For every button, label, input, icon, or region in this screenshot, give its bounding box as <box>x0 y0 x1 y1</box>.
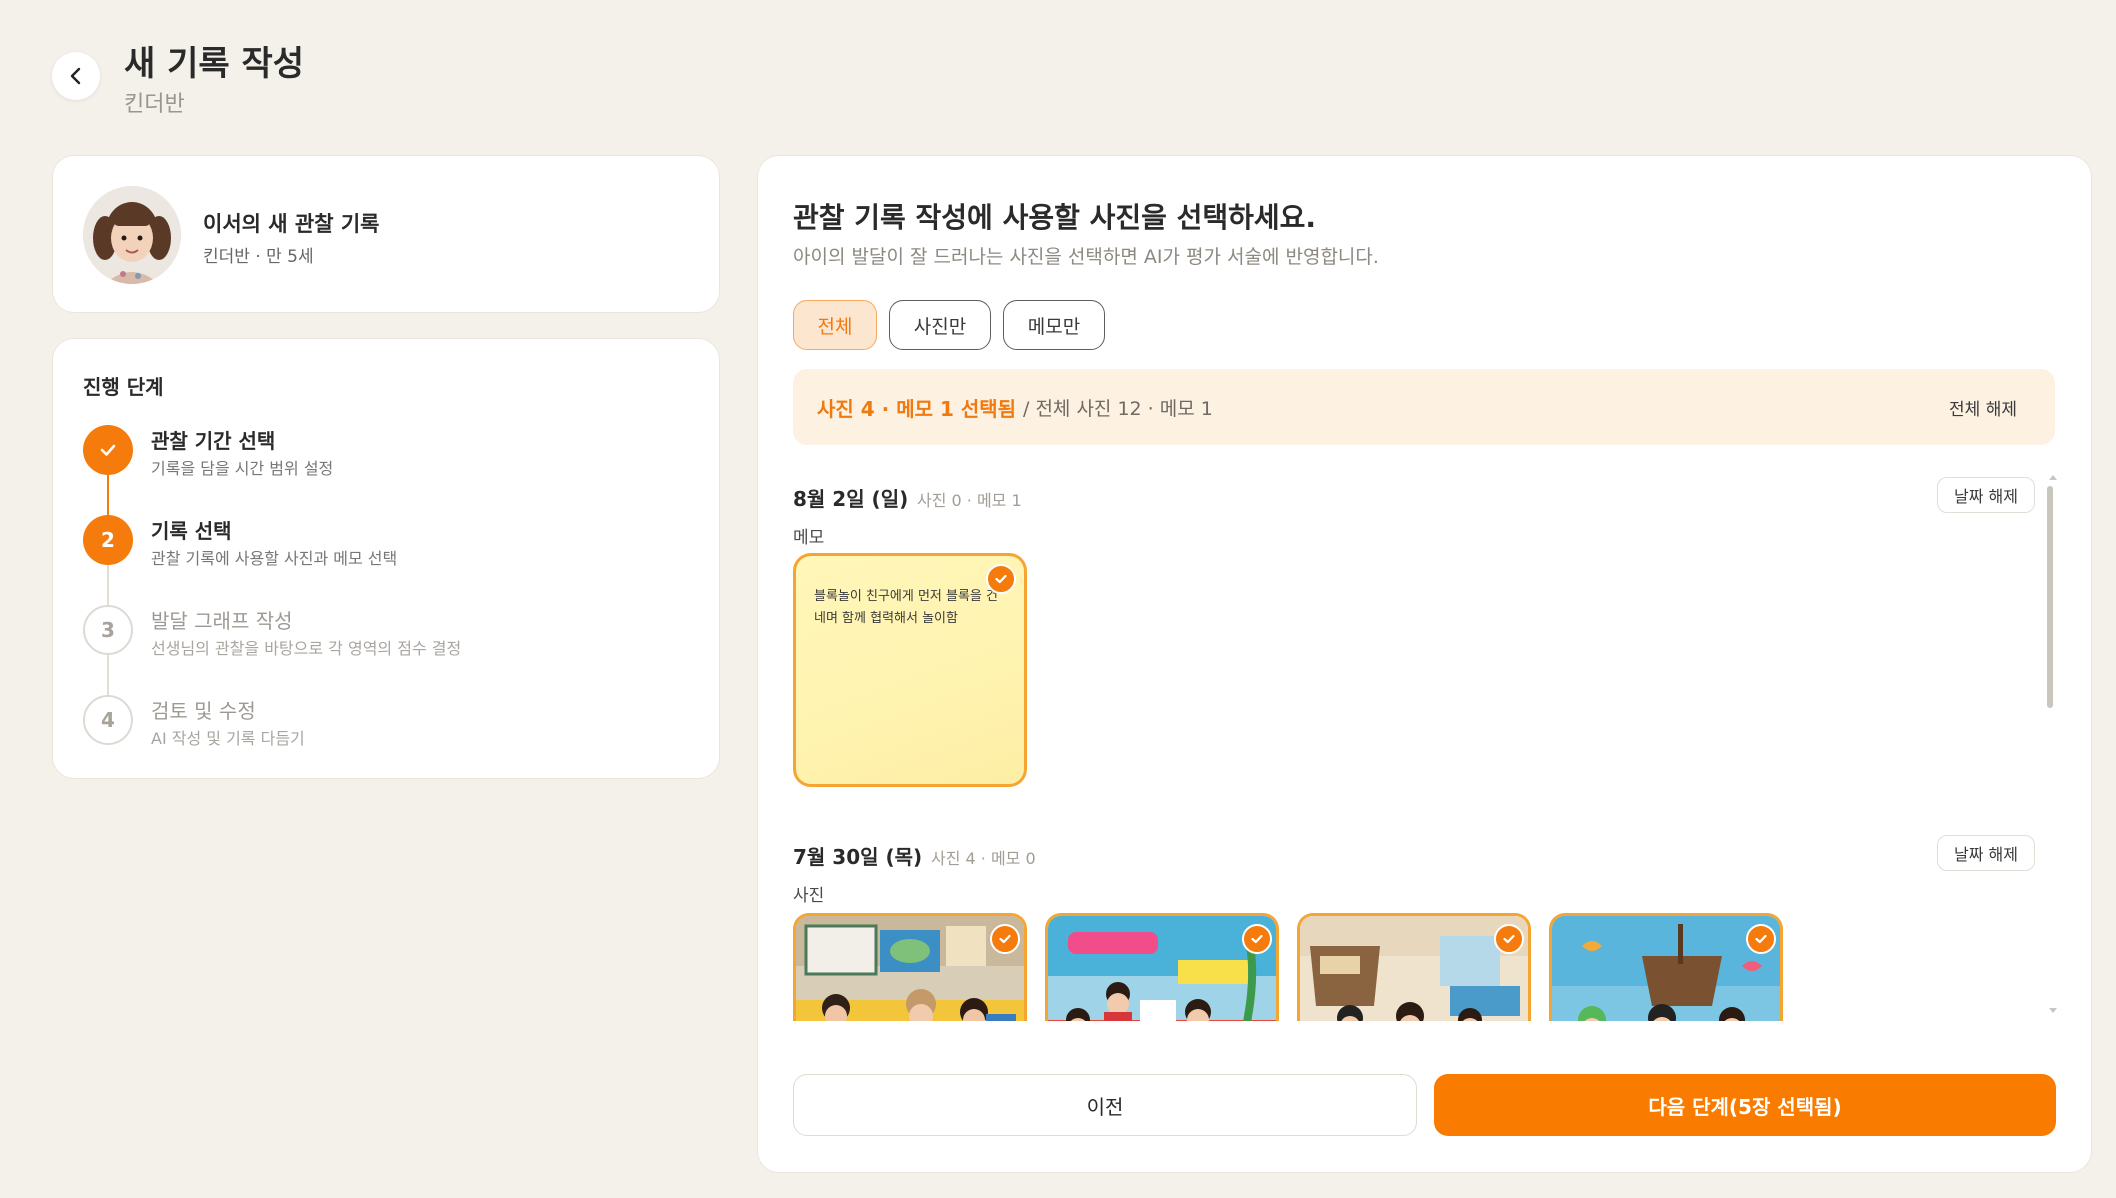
step-1: 관찰 기간 선택 기록을 담을 시간 범위 설정 <box>83 425 683 495</box>
step-title: 기록 선택 <box>151 519 232 543</box>
profile-card: 이서의 새 관찰 기록 킨더반 · 만 5세 <box>52 155 720 313</box>
date-heading: 8월 2일 (일) <box>793 487 909 511</box>
record-selection-panel: 관찰 기록 작성에 사용할 사진을 선택하세요. 아이의 발달이 잘 드러나는 … <box>757 155 2092 1173</box>
steps-title: 진행 단계 <box>83 375 164 399</box>
page: 새 기록 작성 킨더반 이서의 새 관찰 기록 킨더반 · 만 5세 진행 단계 <box>0 0 2116 1198</box>
selected-count: 사진 4 · 메모 1 선택됨 <box>817 397 1017 421</box>
check-icon <box>1242 924 1272 954</box>
step-2: 2 기록 선택 관찰 기록에 사용할 사진과 메모 선택 <box>83 515 683 585</box>
step-number: 4 <box>83 695 133 745</box>
panel-title: 관찰 기록 작성에 사용할 사진을 선택하세요. <box>793 201 1317 234</box>
page-subtitle: 킨더반 <box>124 92 185 117</box>
date-meta: 사진 4 · 메모 0 <box>931 849 1036 868</box>
scroll-down-icon <box>2049 1008 2057 1013</box>
check-icon <box>83 425 133 475</box>
date-heading: 7월 30일 (목) <box>793 845 923 869</box>
pirate-ship-photo[interactable] <box>1297 913 1531 1021</box>
date-clear-button[interactable]: 날짜 해제 <box>1937 477 2035 513</box>
back-button[interactable] <box>52 52 100 100</box>
check-icon <box>990 924 1020 954</box>
page-title: 새 기록 작성 <box>124 44 305 84</box>
date-clear-button[interactable]: 날짜 해제 <box>1937 835 2035 871</box>
classroom-photo[interactable] <box>793 913 1027 1021</box>
total-count: / 전체 사진 12 · 메모 1 <box>1023 398 1213 420</box>
step-title: 검토 및 수정 <box>151 699 256 723</box>
step-number: 3 <box>83 605 133 655</box>
filter-memos-only[interactable]: 메모만 <box>1003 300 1105 350</box>
reading-photo[interactable] <box>1045 913 1279 1021</box>
clear-all-button[interactable]: 전체 해제 <box>1949 395 2017 420</box>
step-desc: AI 작성 및 기록 다듬기 <box>151 729 305 748</box>
selection-summary: 사진 4 · 메모 1 선택됨 / 전체 사진 12 · 메모 1 전체 해제 <box>793 369 2055 445</box>
step-title: 발달 그래프 작성 <box>151 609 293 633</box>
next-step-button[interactable]: 다음 단계(5장 선택됨) <box>1434 1074 2056 1136</box>
check-icon <box>1494 924 1524 954</box>
step-number: 2 <box>83 515 133 565</box>
check-icon <box>986 564 1016 594</box>
section-label: 사진 <box>793 886 825 906</box>
section-label: 메모 <box>793 528 825 548</box>
records-list[interactable]: 8월 2일 (일) 사진 0 · 메모 1 날짜 해제 메모 블록놀이 친구에게… <box>793 461 2055 1021</box>
previous-button[interactable]: 이전 <box>793 1074 1417 1136</box>
panel-description: 아이의 발달이 잘 드러나는 사진을 선택하면 AI가 평가 서술에 반영합니다… <box>793 246 1379 268</box>
memo-text: 블록놀이 친구에게 먼저 블록을 건네며 함께 협력해서 놀이함 <box>814 589 998 626</box>
step-desc: 관찰 기록에 사용할 사진과 메모 선택 <box>151 549 398 568</box>
date-meta: 사진 0 · 메모 1 <box>917 491 1022 510</box>
progress-steps-card: 진행 단계 관찰 기간 선택 기록을 담을 시간 범위 설정 2 기록 선택 관… <box>52 338 720 779</box>
profile-name: 이서의 새 관찰 기록 <box>203 212 380 236</box>
step-desc: 기록을 담을 시간 범위 설정 <box>151 459 334 478</box>
scrollbar-thumb[interactable] <box>2047 486 2053 708</box>
check-icon <box>1746 924 1776 954</box>
profile-meta: 킨더반 · 만 5세 <box>203 247 314 267</box>
chevron-left-icon <box>70 67 81 85</box>
scroll-up-icon <box>2049 475 2057 480</box>
step-4: 4 검토 및 수정 AI 작성 및 기록 다듬기 <box>83 695 683 765</box>
child-avatar <box>83 186 181 284</box>
step-title: 관찰 기간 선택 <box>151 429 276 453</box>
filter-all[interactable]: 전체 <box>793 300 877 350</box>
filter-photos-only[interactable]: 사진만 <box>889 300 991 350</box>
step-3: 3 발달 그래프 작성 선생님의 관찰을 바탕으로 각 영역의 점수 결정 <box>83 605 683 675</box>
step-desc: 선생님의 관찰을 바탕으로 각 영역의 점수 결정 <box>151 639 462 658</box>
memo-card[interactable]: 블록놀이 친구에게 먼저 블록을 건네며 함께 협력해서 놀이함 <box>793 553 1027 787</box>
ocean-backdrop-photo[interactable] <box>1549 913 1783 1021</box>
